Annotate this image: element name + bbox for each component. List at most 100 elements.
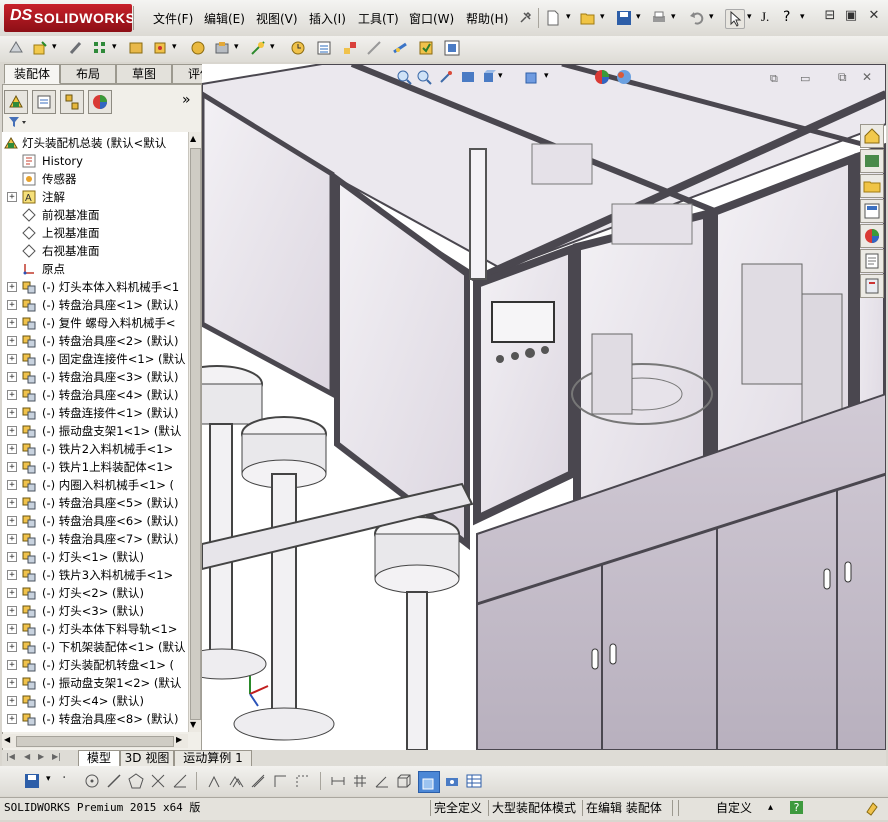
exploded-view-icon[interactable]: [342, 40, 358, 56]
expand-node-icon[interactable]: +: [7, 408, 17, 418]
tree-vertical-scrollbar[interactable]: ▲ ▼: [188, 132, 201, 732]
circle-icon[interactable]: [84, 773, 100, 792]
chevron-down-icon[interactable]: ▾: [172, 42, 177, 52]
menu-window[interactable]: 窗口(W): [409, 10, 454, 27]
save-icon[interactable]: [616, 10, 632, 26]
tree-item[interactable]: + (-) 转盘治具座<3> (默认): [2, 368, 188, 386]
offset-icon[interactable]: [228, 773, 244, 792]
tree-item[interactable]: + (-) 转盘治具座<4> (默认): [2, 386, 188, 404]
expand-node-icon[interactable]: +: [7, 426, 17, 436]
tree-item[interactable]: + (-) 铁片3入料机械手<1>: [2, 566, 188, 584]
polygon-icon[interactable]: [128, 773, 144, 792]
tree-item[interactable]: + (-) 转盘治具座<2> (默认): [2, 332, 188, 350]
viewport-close-icon[interactable]: ✕: [862, 70, 872, 84]
chevron-down-icon[interactable]: ▾: [636, 12, 641, 22]
tree-item[interactable]: + (-) 转盘治具座<6> (默认): [2, 512, 188, 530]
print-icon[interactable]: [651, 10, 667, 26]
tree-root[interactable]: 灯头装配机总装 (默认<默认: [2, 134, 188, 152]
tree-item[interactable]: 前视基准面: [2, 206, 188, 224]
tree-item[interactable]: + (-) 灯头本体入料机械手<1: [2, 278, 188, 296]
scroll-left-arrow-icon[interactable]: ◀: [4, 735, 10, 744]
chevron-down-icon[interactable]: ▾: [112, 42, 117, 52]
tab-assembly[interactable]: 装配体: [4, 64, 60, 84]
view-palette-icon[interactable]: [860, 199, 884, 223]
expand-node-icon[interactable]: +: [7, 480, 17, 490]
chevron-down-icon[interactable]: ▾: [600, 12, 605, 22]
expand-node-icon[interactable]: +: [7, 318, 17, 328]
tree-item[interactable]: + (-) 铁片2入料机械手<1>: [2, 440, 188, 458]
expand-node-icon[interactable]: +: [7, 552, 17, 562]
expand-node-icon[interactable]: +: [7, 678, 17, 688]
tree-item[interactable]: + (-) 灯头<3> (默认): [2, 602, 188, 620]
sketch-dotted-icon[interactable]: [294, 773, 310, 792]
graphics-area[interactable]: [202, 64, 886, 750]
zoom-to-area-icon[interactable]: [416, 69, 432, 88]
expand-node-icon[interactable]: +: [7, 516, 17, 526]
viewport-restore-icon[interactable]: ⧉: [838, 70, 847, 85]
point-icon[interactable]: ·: [62, 770, 66, 786]
tree-item[interactable]: 上视基准面: [2, 224, 188, 242]
display-style-icon[interactable]: [524, 69, 540, 88]
chevron-down-icon[interactable]: ▾: [498, 71, 503, 81]
edit-component-icon[interactable]: [8, 40, 24, 56]
menu-help[interactable]: 帮助(H): [466, 10, 508, 27]
expand-node-icon[interactable]: +: [7, 354, 17, 364]
tab-scroll-next-icon[interactable]: ▶: [38, 752, 44, 761]
chevron-down-icon[interactable]: ▾: [566, 12, 571, 22]
configuration-manager-tab-icon[interactable]: [60, 90, 84, 114]
viewport-tile-icon[interactable]: ⧉: [770, 72, 778, 86]
tree-item[interactable]: + (-) 灯头<1> (默认): [2, 548, 188, 566]
grid-icon[interactable]: [352, 773, 368, 792]
chevron-down-icon[interactable]: ▾: [671, 12, 676, 22]
new-motion-study-icon[interactable]: [290, 40, 306, 56]
select-cursor-icon[interactable]: [725, 9, 745, 29]
expand-node-icon[interactable]: +: [7, 498, 17, 508]
tree-item[interactable]: + (-) 灯头<2> (默认): [2, 584, 188, 602]
solidworks-logo[interactable]: DS SOLIDWORKS: [4, 4, 135, 32]
expand-node-icon[interactable]: +: [7, 390, 17, 400]
tree-item[interactable]: + (-) 下机架装配体<1> (默认: [2, 638, 188, 656]
display-manager-tab-icon[interactable]: [88, 90, 112, 114]
tree-item[interactable]: + A 注解: [2, 188, 188, 206]
shaded-display-icon[interactable]: [418, 771, 440, 793]
undo-icon[interactable]: [689, 10, 705, 26]
tree-item[interactable]: + (-) 转盘治具座<8> (默认): [2, 710, 188, 728]
mirror-icon[interactable]: [206, 773, 222, 792]
tab-layout[interactable]: 布局: [60, 64, 116, 84]
tree-item[interactable]: + (-) 铁片1上料装配体<1>: [2, 458, 188, 476]
tab-scroll-first-icon[interactable]: |◀: [6, 752, 15, 761]
expand-node-icon[interactable]: +: [7, 714, 17, 724]
menu-edit[interactable]: 编辑(E): [204, 10, 245, 27]
hscrollbar-thumb[interactable]: [16, 736, 174, 747]
chevron-down-icon[interactable]: ▾: [709, 12, 714, 22]
expand-node-icon[interactable]: +: [7, 624, 17, 634]
close-icon[interactable]: ✕: [866, 8, 882, 24]
tree-item[interactable]: + (-) 振动盘支架1<2> (默认: [2, 674, 188, 692]
scrollbar-thumb[interactable]: [190, 148, 201, 720]
tab-scroll-last-icon[interactable]: ▶|: [52, 752, 61, 761]
tree-item[interactable]: + (-) 灯头装配机转盘<1> (: [2, 656, 188, 674]
tree-item[interactable]: 右视基准面: [2, 242, 188, 260]
line-icon[interactable]: [106, 773, 122, 792]
dimension-icon[interactable]: [330, 773, 346, 792]
tree-item[interactable]: History: [2, 152, 188, 170]
show-hidden-components-icon[interactable]: [190, 40, 206, 56]
expand-node-icon[interactable]: +: [7, 336, 17, 346]
tree-item[interactable]: + (-) 灯头<4> (默认): [2, 692, 188, 710]
tab-motion-study-1[interactable]: 运动算例 1: [174, 750, 252, 767]
update-speedpak-icon[interactable]: [418, 40, 434, 56]
minimize-icon[interactable]: ⊟: [822, 8, 838, 24]
expand-node-icon[interactable]: +: [7, 642, 17, 652]
menu-insert[interactable]: 插入(I): [309, 10, 346, 27]
take-snapshot-icon[interactable]: [444, 40, 460, 56]
expand-node-icon[interactable]: +: [7, 534, 17, 544]
open-folder-icon[interactable]: [580, 10, 596, 26]
reference-geometry-icon[interactable]: [250, 40, 266, 56]
viewport-minimize-icon[interactable]: ▭: [800, 72, 810, 85]
expand-node-icon[interactable]: +: [7, 282, 17, 292]
chevron-down-icon[interactable]: ▾: [52, 42, 57, 52]
table-view-icon[interactable]: [466, 773, 482, 792]
feature-manager-tab-icon[interactable]: [4, 90, 28, 114]
bill-of-materials-icon[interactable]: [316, 40, 332, 56]
explode-line-sketch-icon[interactable]: [366, 40, 382, 56]
